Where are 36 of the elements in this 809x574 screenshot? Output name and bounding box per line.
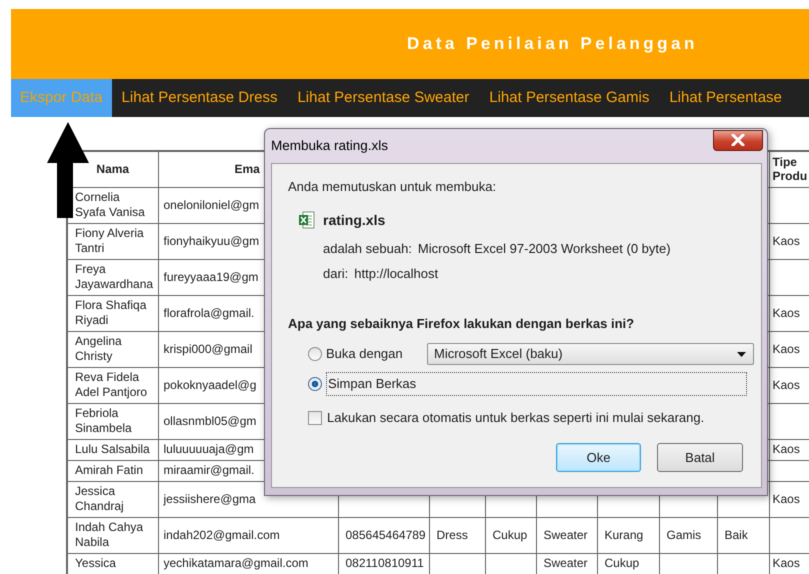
nav-link[interactable]: Lihat Persentase Sweater xyxy=(287,79,480,117)
table-cell: Sweater xyxy=(536,517,597,553)
table-cell: Dress xyxy=(429,517,485,553)
table-cell: 085645464789 xyxy=(338,517,429,553)
nav-link[interactable]: Lihat Persentase Dress xyxy=(112,79,288,117)
nav-link[interactable]: Lihat Persentase xyxy=(659,79,792,117)
table-cell: Amirah Fatin xyxy=(67,460,158,481)
close-icon xyxy=(731,134,745,146)
table-cell: Kurang xyxy=(597,517,659,553)
app-dropdown[interactable]: Microsoft Excel (baku) xyxy=(427,343,754,365)
spreadsheet-file-icon xyxy=(298,211,315,229)
radio-button[interactable] xyxy=(308,347,322,361)
radio-label: Simpan Berkas xyxy=(326,372,747,396)
table-cell: indah202@gmail.com xyxy=(158,517,338,553)
table-cell: Cukup xyxy=(485,517,536,553)
dropdown-caret-icon xyxy=(737,352,746,356)
table-cell: Indah Cahya Nabila xyxy=(67,517,158,553)
table-cell: Lulu Salsabila xyxy=(67,439,158,460)
detail-value: http://localhost xyxy=(354,265,438,283)
radio-button[interactable] xyxy=(308,377,322,391)
table-cell: Freya Jayawardhana xyxy=(67,259,158,295)
dialog-button[interactable]: Batal xyxy=(657,443,743,472)
table-cell: Flora Shafiqa Riyadi xyxy=(67,295,158,331)
table-cell: Febriola Sinambela xyxy=(67,403,158,439)
checkbox[interactable] xyxy=(308,410,322,425)
detail-value: Microsoft Excel 97-2003 Worksheet (0 byte) xyxy=(418,240,671,258)
table-cell: Reva Fidela Adel Pantjoro xyxy=(67,367,158,403)
nav-link[interactable]: Lihat Persentase Gamis xyxy=(479,79,660,117)
dialog-button[interactable]: Oke xyxy=(556,443,641,472)
table-cell: Jessica Chandraj xyxy=(67,481,158,517)
close-button[interactable] xyxy=(713,130,763,150)
table-cell: Fiony Alveria Tantri xyxy=(67,223,158,259)
page-title: Data Penilaian Pelanggan xyxy=(407,33,698,56)
table-cell: Gamis xyxy=(659,517,717,553)
table-cell: Angelina Christy xyxy=(67,331,158,367)
table-cell: Baik xyxy=(717,517,769,553)
